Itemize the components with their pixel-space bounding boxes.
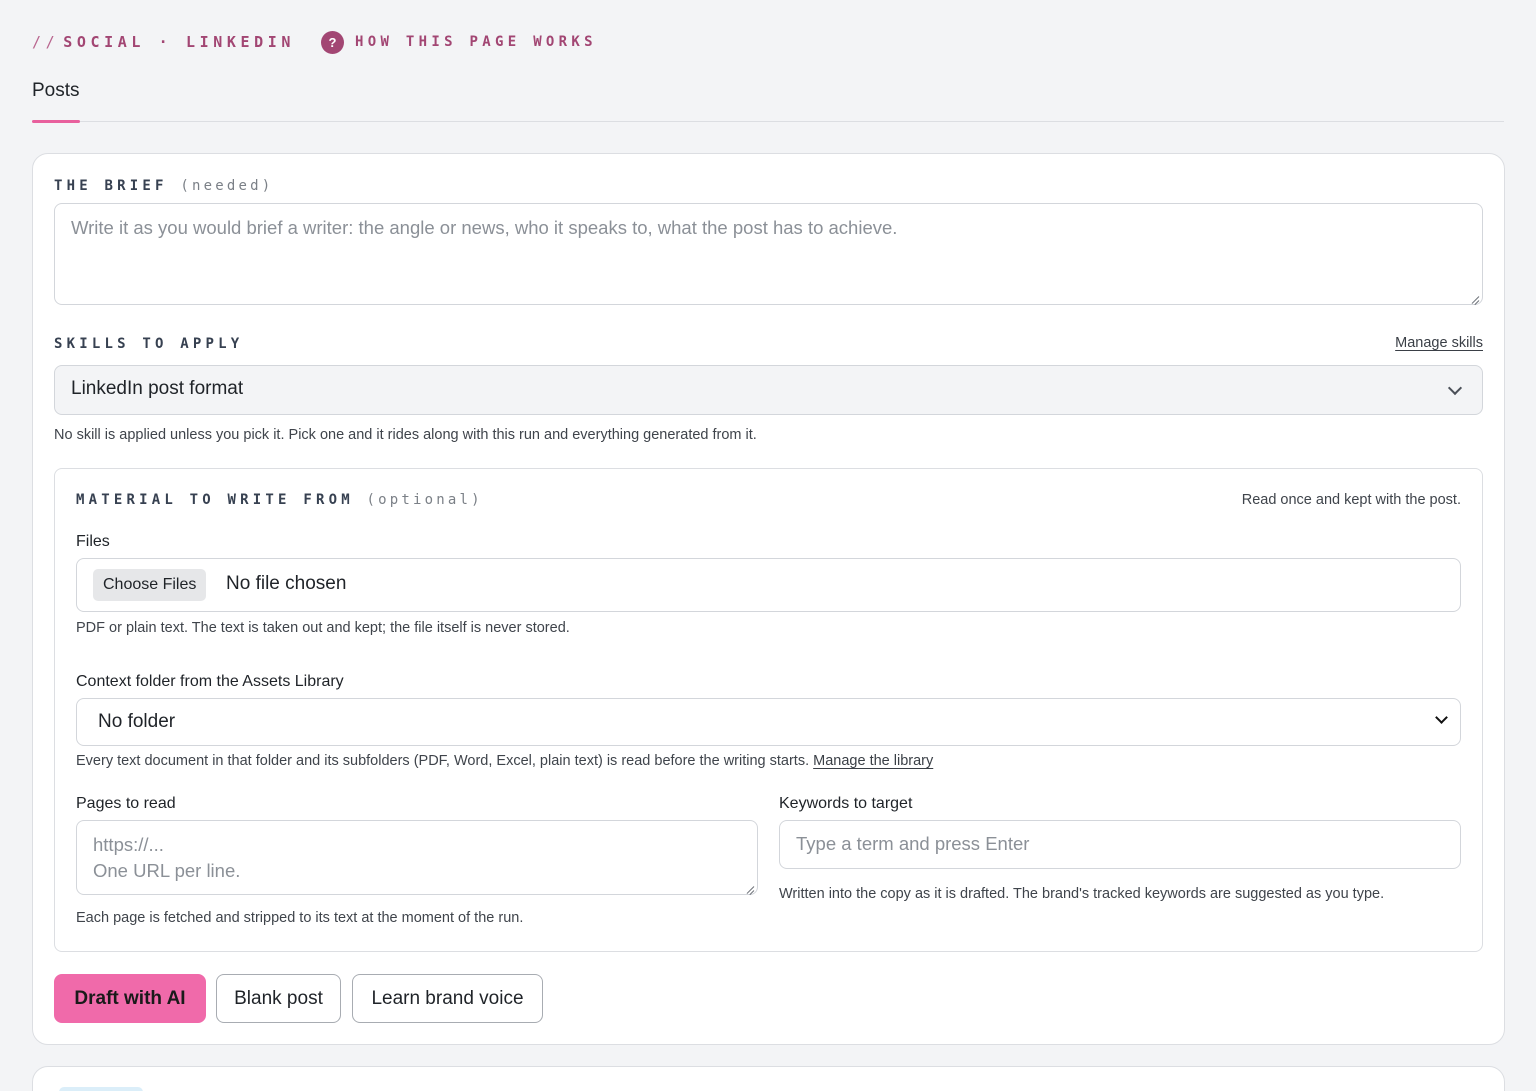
post-composer-card: THE BRIEF (needed) Write it as you would… (32, 153, 1505, 1045)
brief-placeholder: Write it as you would brief a writer: th… (71, 217, 898, 238)
material-label: MATERIAL TO WRITE FROM (optional) (76, 492, 483, 508)
material-note: Read once and kept with the post. (1241, 492, 1461, 508)
file-input[interactable]: Choose Files No file chosen (76, 558, 1461, 612)
learn-brand-voice-button[interactable]: Learn brand voice (352, 974, 543, 1023)
pages-help-text: Each page is fetched and stripped to its… (76, 910, 524, 926)
choose-files-button[interactable]: Choose Files (93, 569, 207, 601)
brief-hint: (needed) (180, 178, 274, 194)
tab-bar: Posts (32, 78, 1504, 123)
active-tab-indicator (32, 120, 80, 123)
breadcrumb-slashes: // (32, 33, 60, 51)
folder-label: Context folder from the Assets Library (76, 673, 344, 690)
pages-placeholder-line1: https://... (93, 834, 164, 855)
folder-select[interactable]: No folder (76, 698, 1461, 746)
file-status: No file chosen (226, 573, 347, 594)
tab-posts-label: Posts (32, 80, 80, 101)
skills-label: SKILLS TO APPLY (54, 336, 244, 352)
top-bar: //SOCIAL · LINKEDIN ? HOW THIS PAGE WORK… (32, 30, 597, 54)
pages-label: Pages to read (76, 795, 176, 812)
brief-label: THE BRIEF (needed) (54, 178, 273, 194)
brief-textarea[interactable]: Write it as you would brief a writer: th… (54, 203, 1483, 305)
tab-posts[interactable]: Posts (32, 78, 80, 122)
how-this-page-works-label: HOW THIS PAGE WORKS (355, 34, 597, 50)
folder-selected-value: No folder (98, 711, 176, 732)
breadcrumb: //SOCIAL · LINKEDIN (32, 33, 295, 51)
draft-with-ai-button[interactable]: Draft with AI (54, 974, 206, 1023)
keywords-placeholder: Type a term and press Enter (796, 833, 1030, 854)
blank-post-button[interactable]: Blank post (216, 974, 341, 1023)
folder-help: Every text document in that folder and i… (76, 753, 933, 769)
brief-label-text: THE BRIEF (54, 178, 168, 194)
keywords-input[interactable]: Type a term and press Enter (779, 820, 1461, 869)
files-help-text: PDF or plain text. The text is taken out… (76, 620, 570, 636)
breadcrumb-text: SOCIAL · LINKEDIN (63, 33, 295, 51)
folder-help-text: Every text document in that folder and i… (76, 753, 810, 769)
skills-selected-value: LinkedIn post format (71, 378, 244, 399)
how-this-page-works-link[interactable]: ? HOW THIS PAGE WORKS (321, 30, 597, 54)
material-panel: MATERIAL TO WRITE FROM (optional) Read o… (54, 468, 1483, 952)
pages-placeholder: https://... One URL per line. (93, 832, 240, 884)
skills-help-text: No skill is applied unless you pick it. … (54, 427, 757, 443)
skills-select[interactable]: LinkedIn post format (54, 365, 1483, 415)
status-badge (59, 1087, 143, 1091)
files-label: Files (76, 533, 110, 550)
keywords-help-text: Written into the copy as it is drafted. … (779, 886, 1385, 902)
next-card (32, 1066, 1505, 1091)
pages-placeholder-line2: One URL per line. (93, 860, 241, 881)
manage-library-link[interactable]: Manage the library (813, 753, 933, 769)
material-label-text: MATERIAL TO WRITE FROM (76, 492, 354, 508)
chevron-down-icon (1447, 380, 1463, 396)
chevron-down-icon (1435, 711, 1448, 724)
keywords-label: Keywords to target (779, 795, 913, 812)
manage-skills-link[interactable]: Manage skills (1395, 335, 1483, 351)
resize-handle-icon[interactable] (744, 881, 754, 891)
material-hint: (optional) (366, 492, 483, 508)
pages-textarea[interactable]: https://... One URL per line. (76, 820, 758, 895)
resize-handle-icon[interactable] (1469, 291, 1479, 301)
help-icon: ? (321, 30, 344, 54)
